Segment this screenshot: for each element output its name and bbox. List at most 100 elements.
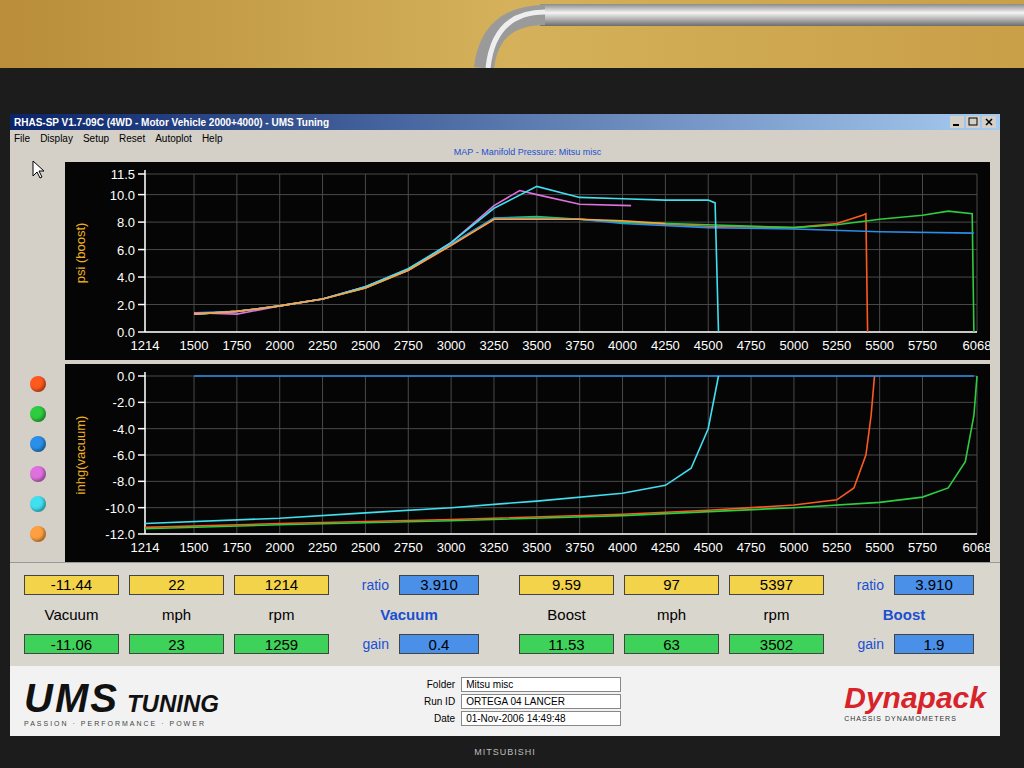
run-info: Folder Mitsu misc Run ID ORTEGA 04 LANCER… [424,677,621,726]
x-tick: 5250 [822,338,851,353]
y-tick: 4.0 [117,270,135,285]
x-tick: 2750 [394,540,423,555]
y-tick: -8.0 [113,474,135,489]
x-tick: 4500 [694,540,723,555]
x-tick: 4500 [694,338,723,353]
x-tick: 4000 [608,338,637,353]
x-tick: 1750 [222,540,251,555]
y-tick: -12.0 [105,527,135,542]
legend-strip [10,146,65,562]
info-label: Run ID [424,696,455,707]
y-tick: -6.0 [113,448,135,463]
menu-item[interactable]: Autoplot [155,133,192,144]
gain-label: gain [834,636,884,652]
x-tick: 1214 [131,338,160,353]
x-tick: 4750 [737,540,766,555]
series-line [194,218,974,313]
legend-dot[interactable] [30,406,46,422]
wall [0,0,1024,68]
footer: UMS TUNING PASSION · PERFORMANCE · POWER… [10,666,1000,736]
x-tick: 5000 [779,540,808,555]
y-tick: 11.5 [111,167,135,182]
minimize-icon[interactable] [950,116,964,128]
monitor: RHAS-SP V1.7-09C (4WD - Motor Vehicle 20… [0,68,1024,768]
legend-dot[interactable] [30,496,46,512]
x-tick: 1500 [180,540,209,555]
gain-value[interactable]: 1.9 [894,634,974,654]
maximize-icon[interactable] [966,116,980,128]
y-tick: 6.0 [117,243,135,258]
x-tick: 3250 [480,338,509,353]
legend-dot[interactable] [30,466,46,482]
menu-item[interactable]: Setup [83,133,109,144]
series-line [145,376,875,527]
title-bar: RHAS-SP V1.7-09C (4WD - Motor Vehicle 20… [10,114,1000,130]
ratio-value[interactable]: 3.910 [894,575,974,595]
chart-title: MAP - Manifold Pressure: Mitsu misc [65,146,990,158]
window-title: RHAS-SP V1.7-09C (4WD - Motor Vehicle 20… [14,117,329,128]
menu-item[interactable]: Display [40,133,73,144]
current-value: 63 [624,634,719,654]
series-line [194,219,665,314]
y-tick: -4.0 [113,422,135,437]
legend-dot[interactable] [30,526,46,542]
group-title: Boost [834,606,974,623]
photo: RHAS-SP V1.7-09C (4WD - Motor Vehicle 20… [0,0,1024,768]
current-value: 3502 [729,634,824,654]
menu-item[interactable]: Reset [119,133,145,144]
x-tick: 2250 [308,540,337,555]
legend-dot[interactable] [30,376,46,392]
y-tick: 0.0 [117,369,135,384]
series-line [145,376,719,524]
x-tick: 2500 [351,338,380,353]
x-tick: 2750 [394,338,423,353]
ums-logo: UMS TUNING PASSION · PERFORMANCE · POWER [24,676,384,727]
x-tick: 4250 [651,338,680,353]
y-tick: 10.0 [110,188,135,203]
hold-value: 22 [129,575,224,595]
x-tick: 3000 [437,338,466,353]
y-tick: 0.0 [117,325,135,340]
info-label: Folder [424,679,455,690]
menu-item[interactable]: File [14,133,30,144]
hold-value: 5397 [729,575,824,595]
screen: RHAS-SP V1.7-09C (4WD - Motor Vehicle 20… [10,114,1000,736]
column-label: mph [129,606,224,623]
info-value: ORTEGA 04 LANCER [461,694,621,709]
chart-area: MAP - Manifold Pressure: Mitsu misc 1214… [10,146,1000,562]
x-tick: 3750 [565,338,594,353]
group-title: Vacuum [339,606,479,623]
boost-chart: 1214150017502000225025002750300032503500… [65,162,990,360]
hold-value: 97 [624,575,719,595]
y-tick: 8.0 [117,215,135,230]
close-icon[interactable] [982,116,996,128]
gain-label: gain [339,636,389,652]
series-line [194,211,974,332]
x-tick: 5500 [865,338,894,353]
x-tick: 4750 [737,338,766,353]
pipe-icon [0,0,1024,68]
menu-item[interactable]: Help [202,133,223,144]
axis-title: psi (boost) [73,223,88,284]
x-tick: 3750 [565,540,594,555]
window-controls [950,116,996,128]
x-tick: 1750 [222,338,251,353]
menu-bar: File Display Setup Reset Autoplot Help [10,130,1000,146]
hold-value: 1214 [234,575,329,595]
series-line [145,376,977,529]
info-value: Mitsu misc [461,677,621,692]
series-line [194,375,974,377]
legend-dot[interactable] [30,436,46,452]
x-tick: 4250 [651,540,680,555]
column-label: mph [624,606,719,623]
x-tick: 3000 [437,540,466,555]
gain-value[interactable]: 0.4 [399,634,479,654]
cursor-icon [31,160,45,180]
current-value: 23 [129,634,224,654]
x-tick: 2000 [265,540,294,555]
legend [30,376,46,542]
x-tick: 5750 [908,338,937,353]
ratio-value[interactable]: 3.910 [399,575,479,595]
x-tick: 4000 [608,540,637,555]
axis-title: inhg(vacuum) [73,416,88,495]
